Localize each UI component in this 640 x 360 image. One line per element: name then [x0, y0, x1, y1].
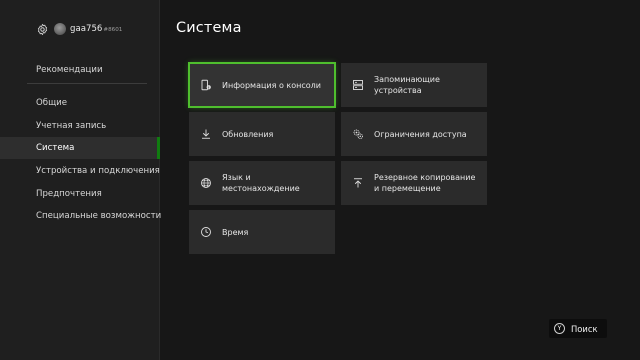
console-info-icon — [201, 79, 211, 91]
tile-label: Информация о консоли — [222, 80, 321, 90]
search-label: Поиск — [571, 323, 598, 334]
tile-time[interactable]: Время — [189, 210, 335, 254]
tile-label: Обновления — [222, 129, 274, 139]
tile-label: Запоминающие устройства — [374, 75, 440, 95]
tile-label: Резервное копирование и перемещение — [374, 173, 476, 193]
tile-label: Ограничения доступа — [374, 129, 467, 139]
sidebar-separator — [27, 83, 147, 84]
tile-label: Время — [222, 227, 249, 237]
page-title: Система — [176, 20, 242, 36]
sidebar-item-preferences[interactable]: Предпочтения — [36, 188, 102, 200]
download-icon — [202, 129, 210, 139]
search-button[interactable]: Y Поиск — [549, 319, 607, 338]
gamertag: gaa756 — [70, 24, 103, 34]
gears-icon — [353, 129, 363, 139]
avatar[interactable] — [54, 23, 66, 35]
sidebar-item-account[interactable]: Учетная запись — [36, 120, 106, 132]
sidebar-selection-indicator — [157, 137, 160, 159]
tile-language-location[interactable]: Язык и местонахождение — [189, 161, 335, 205]
sidebar-selection-highlight — [0, 137, 160, 159]
sidebar-item-general[interactable]: Общие — [36, 97, 67, 109]
tile-label: Язык и местонахождение — [222, 173, 300, 193]
globe-icon — [201, 178, 211, 188]
sidebar — [0, 0, 160, 360]
tile-storage[interactable]: Запоминающие устройства — [341, 63, 487, 107]
gear-icon[interactable] — [36, 23, 49, 36]
tile-access-restrictions[interactable]: Ограничения доступа — [341, 112, 487, 156]
sidebar-item-devices[interactable]: Устройства и подключения — [36, 165, 160, 177]
tile-console-info[interactable]: Информация о консоли — [188, 62, 336, 108]
sidebar-item-system[interactable]: Система — [36, 142, 74, 154]
y-button-icon: Y — [554, 323, 565, 334]
clock-icon — [201, 227, 211, 237]
storage-icon — [353, 80, 363, 90]
tile-backup-transfer[interactable]: Резервное копирование и перемещение — [341, 161, 487, 205]
user-row[interactable]: gaa756 #8601 — [36, 22, 122, 36]
tile-updates[interactable]: Обновления — [189, 112, 335, 156]
gamertag-suffix: #8601 — [103, 26, 123, 33]
sidebar-item-accessibility[interactable]: Специальные возможности — [36, 210, 161, 222]
sidebar-item-recommendations[interactable]: Рекомендации — [36, 64, 103, 76]
sidebar-divider — [159, 0, 160, 360]
upload-icon — [354, 178, 362, 188]
